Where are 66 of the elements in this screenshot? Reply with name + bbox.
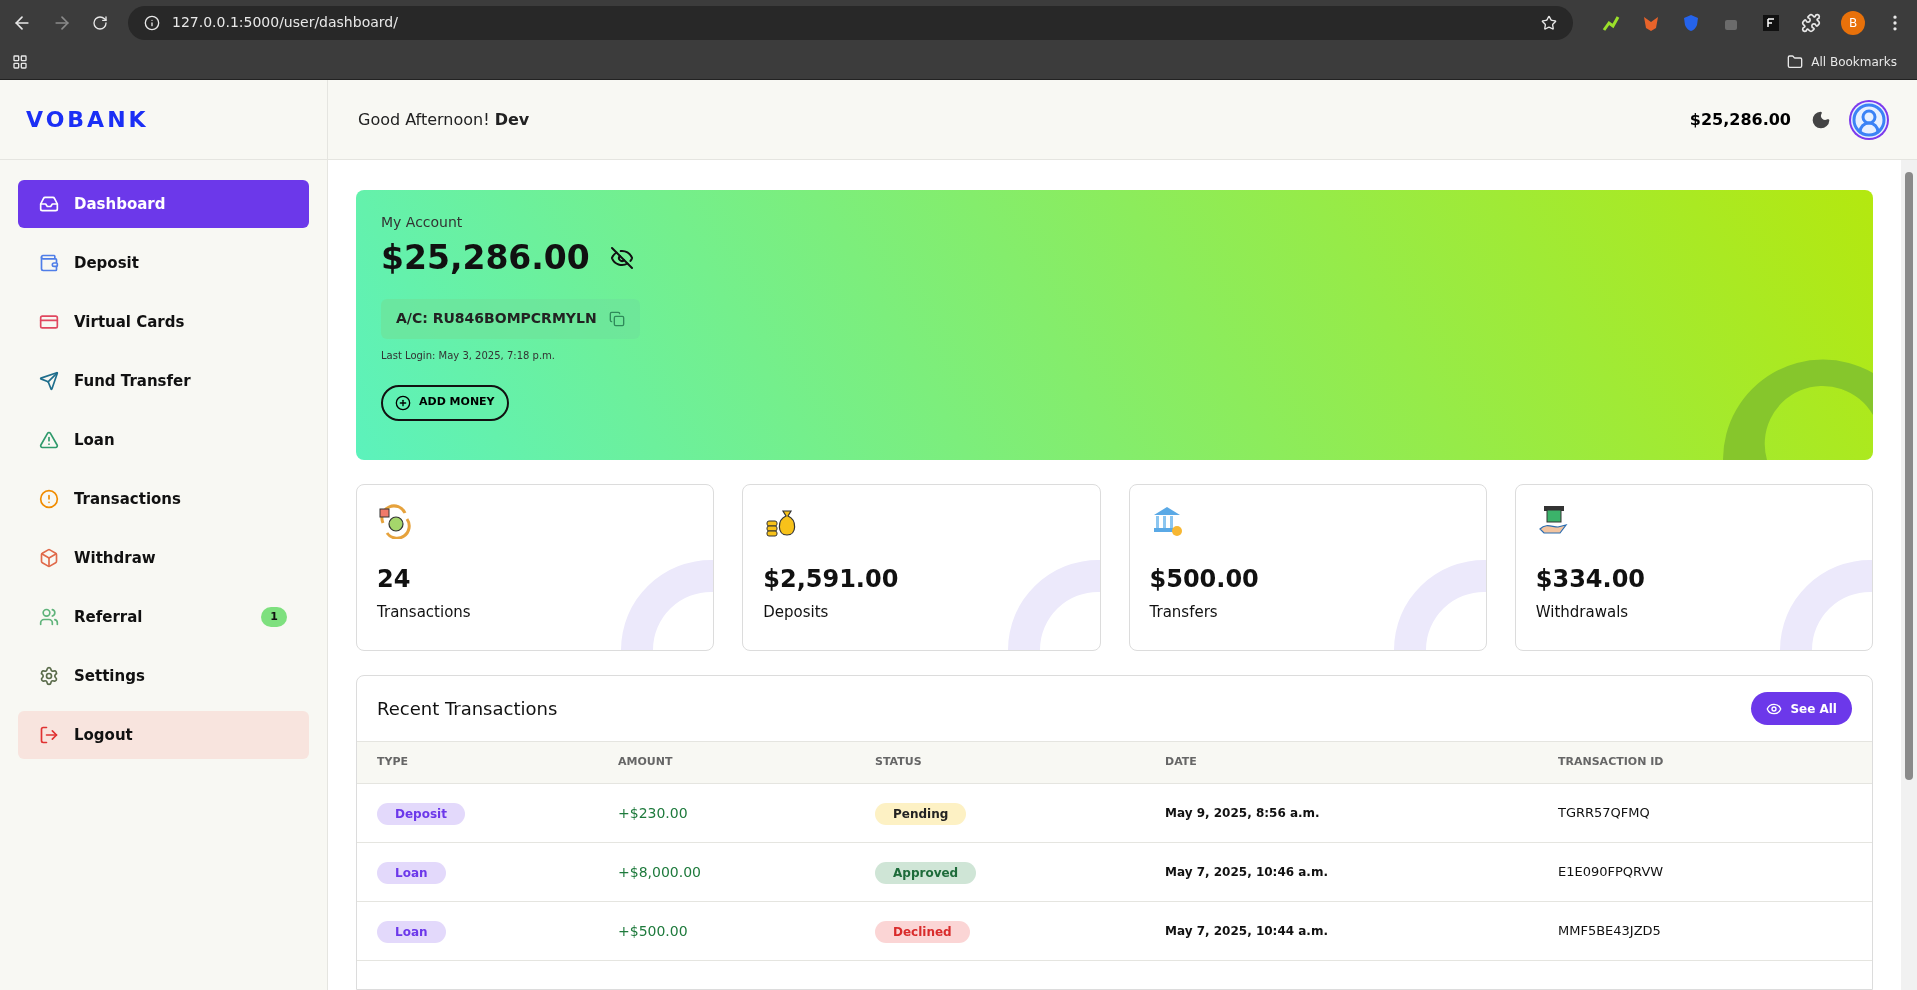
column-header: STATUS xyxy=(875,741,1165,784)
column-header: TYPE xyxy=(357,741,618,784)
amount-cell: +$500.00 xyxy=(618,901,875,961)
type-tag: Loan xyxy=(377,921,446,943)
bookmark-star-icon[interactable] xyxy=(1541,14,1557,31)
brand-logo[interactable]: VOBANK xyxy=(26,103,149,136)
sidebar-item[interactable]: Transactions xyxy=(18,475,309,523)
greeting-text: Good Afternoon! Dev xyxy=(358,108,531,131)
extensions-icon[interactable] xyxy=(1801,12,1821,33)
folder-icon[interactable] xyxy=(1787,54,1804,70)
date-cell: May 9, 2025, 8:56 a.m. xyxy=(1165,783,1558,843)
column-header: AMOUNT xyxy=(618,741,875,784)
date-cell: May 7, 2025, 10:44 a.m. xyxy=(1165,901,1558,961)
sidebar-item[interactable]: Settings xyxy=(18,652,309,700)
section-title: Recent Transactions xyxy=(377,697,559,721)
sidebar-item[interactable]: Virtual Cards xyxy=(18,298,309,346)
amount-cell: +$230.00 xyxy=(618,783,875,843)
stat-value: $2,591.00 xyxy=(763,564,899,595)
stat-label: Transfers xyxy=(1149,602,1218,623)
moon-icon[interactable] xyxy=(1811,109,1831,130)
address-bar[interactable]: 127.0.0.1:5000/user/dashboard/ xyxy=(128,5,1573,40)
sidebar-item[interactable]: Withdraw xyxy=(18,534,309,582)
stat-value: 24 xyxy=(377,564,411,595)
sidebar-item[interactable]: Dashboard xyxy=(18,180,309,228)
stat-label: Transactions xyxy=(377,602,471,623)
url-text: 127.0.0.1:5000/user/dashboard/ xyxy=(172,13,399,32)
copy-icon[interactable] xyxy=(608,310,625,327)
stat-label: Withdrawals xyxy=(1535,602,1629,623)
header-balance: $25,286.00 xyxy=(1689,108,1791,131)
account-number: A/C: RU846BOMPCRMYLN xyxy=(396,309,597,328)
all-bookmarks-link[interactable]: All Bookmarks xyxy=(1811,53,1897,71)
sidebar-item[interactable]: Deposit xyxy=(18,239,309,287)
status-badge: Pending xyxy=(875,803,967,825)
sidebar-item[interactable]: Fund Transfer xyxy=(18,357,309,405)
plus-icon xyxy=(395,394,411,411)
stat-value: $334.00 xyxy=(1535,564,1646,595)
transaction-id-cell: MMF5BE43JZD5 xyxy=(1558,901,1872,961)
date-cell: May 7, 2025, 10:46 a.m. xyxy=(1165,842,1558,902)
column-header: TRANSACTION ID xyxy=(1558,741,1872,784)
type-tag: Loan xyxy=(377,862,446,884)
transaction-id-cell: TGRR57QFMQ xyxy=(1558,783,1872,843)
status-badge: Approved xyxy=(875,862,977,884)
scrollbar[interactable] xyxy=(1901,160,1917,990)
apps-icon[interactable] xyxy=(12,54,28,70)
stat-value: $500.00 xyxy=(1149,564,1259,595)
account-label: My Account xyxy=(381,213,463,232)
count-badge: 1 xyxy=(261,607,287,627)
add-money-button[interactable]: ADD MONEY xyxy=(381,384,509,421)
stat-label: Deposits xyxy=(763,602,829,623)
reload-icon[interactable] xyxy=(92,14,108,31)
info-icon[interactable] xyxy=(144,14,160,31)
see-all-button[interactable]: See All xyxy=(1751,692,1852,725)
sidebar-item[interactable]: Logout xyxy=(18,711,309,759)
column-header: DATE xyxy=(1165,741,1558,784)
user-avatar-icon[interactable] xyxy=(1851,101,1887,138)
sidebar-item[interactable]: Loan xyxy=(18,416,309,464)
sidebar-item[interactable]: Referral 1 xyxy=(18,593,309,641)
square-extension-icon[interactable] xyxy=(1761,12,1781,33)
amount-cell: +$8,000.00 xyxy=(618,842,875,902)
last-login-text: Last Login: May 3, 2025, 7:18 p.m. xyxy=(381,348,555,363)
money-cycle-icon xyxy=(377,503,413,539)
transaction-id-cell: E1E090FPQRVW xyxy=(1558,842,1872,902)
status-badge: Declined xyxy=(875,921,970,943)
type-tag: Deposit xyxy=(377,803,465,825)
hide-balance-icon[interactable] xyxy=(609,245,634,270)
account-balance: $25,286.00 xyxy=(381,237,590,279)
